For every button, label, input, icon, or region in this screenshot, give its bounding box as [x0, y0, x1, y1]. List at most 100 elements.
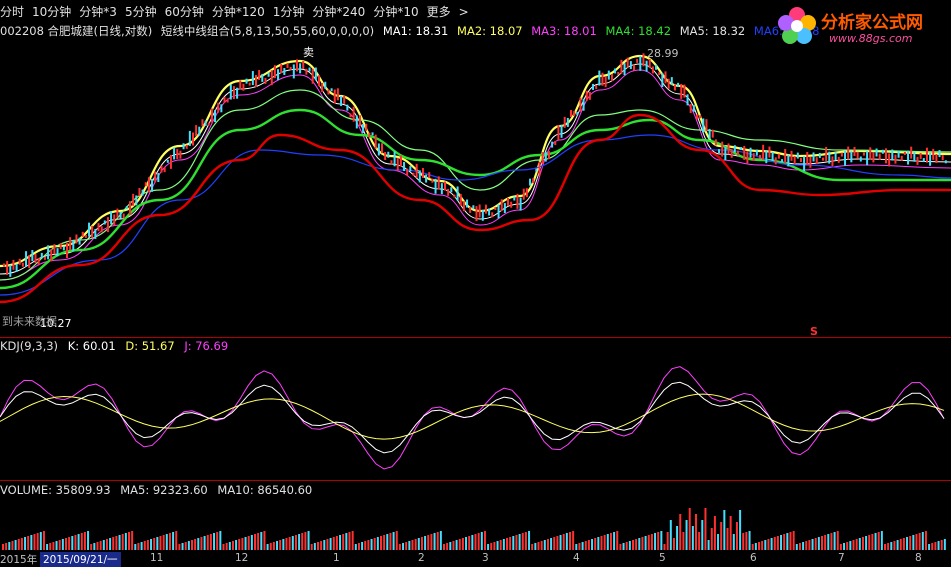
- volume-bar: [707, 540, 710, 550]
- volume-bar: [896, 540, 899, 550]
- more-label: 更多: [426, 4, 451, 19]
- volume-bar: [33, 534, 36, 550]
- volume-bar: [332, 537, 335, 550]
- candle: [765, 150, 768, 164]
- volume-bar: [726, 528, 729, 550]
- volume-bar: [115, 536, 118, 550]
- candle: [409, 166, 412, 172]
- candle: [673, 84, 676, 91]
- kdj-j-line: [0, 366, 945, 470]
- volume-bar: [751, 544, 754, 550]
- candle: [932, 148, 935, 160]
- volume-bar: [118, 535, 121, 550]
- volume-bar: [216, 532, 219, 550]
- volume-bar: [701, 520, 704, 550]
- candle: [878, 153, 881, 160]
- candle: [69, 237, 72, 251]
- candle: [472, 205, 475, 210]
- volume-bar: [357, 543, 360, 550]
- more-periods-button[interactable]: 更多 >: [427, 3, 477, 20]
- period-tab-min3[interactable]: 分钟*3: [79, 3, 117, 20]
- volume-bar: [761, 541, 764, 550]
- indicator-name[interactable]: 短线中线组合(5,8,13,50,55,60,0,0,0,0): [161, 24, 374, 38]
- volume-bar: [348, 532, 351, 550]
- volume-bar: [304, 532, 307, 550]
- stock-code-name[interactable]: 002208 合肥城建(日线,对数): [0, 24, 152, 38]
- volume-bar: [587, 540, 590, 550]
- volume-bar: [109, 538, 112, 550]
- volume-bar: [625, 542, 628, 550]
- volume-bar: [39, 532, 42, 550]
- candle: [207, 122, 210, 126]
- period-tab-5min[interactable]: 5分钟: [125, 3, 157, 20]
- candle: [201, 119, 204, 127]
- volume-bar: [877, 532, 880, 550]
- candle: [740, 147, 743, 151]
- candle: [258, 69, 261, 80]
- volume-bar: [461, 538, 464, 550]
- volume-bar: [156, 537, 159, 550]
- candle: [566, 117, 569, 127]
- candle: [944, 160, 947, 164]
- volume-bar: [36, 533, 39, 550]
- period-tab-min10[interactable]: 分钟*10: [373, 3, 418, 20]
- candle: [560, 124, 563, 138]
- candle: [746, 151, 749, 164]
- volume-bar: [720, 522, 723, 550]
- candle: [822, 157, 824, 161]
- volume-bar: [594, 538, 597, 550]
- volume-bar: [427, 535, 430, 550]
- ma5-value: MA5: 18.32: [679, 24, 746, 38]
- volume-bar: [367, 540, 370, 550]
- volume-bar: [5, 543, 8, 550]
- future-data-label: 到未来数据: [2, 315, 57, 328]
- candle: [340, 96, 343, 107]
- volume-bar: [821, 536, 823, 550]
- volume-bar: [833, 532, 836, 550]
- period-tab-60min[interactable]: 60分钟: [165, 3, 204, 20]
- volume-bar: [909, 536, 912, 550]
- volume-bar: [496, 541, 499, 550]
- candle: [100, 226, 103, 233]
- volume-bar: [915, 534, 918, 550]
- candle: [497, 204, 500, 219]
- volume-bar: [591, 539, 594, 550]
- volume-bar: [206, 535, 209, 550]
- candle: [192, 132, 194, 146]
- kdj-name[interactable]: KDJ(9,3,3): [0, 339, 58, 353]
- candle: [862, 152, 865, 156]
- volume-bar: [452, 541, 455, 550]
- kdj-chart[interactable]: [0, 354, 951, 480]
- candle: [113, 214, 116, 226]
- volume-bar: [597, 537, 600, 550]
- candle: [777, 153, 780, 159]
- volume-bar: [490, 543, 493, 550]
- volume-bar: [30, 535, 33, 550]
- candle: [645, 60, 648, 72]
- volume-value[interactable]: VOLUME: 35809.93: [0, 483, 111, 497]
- candle: [456, 186, 459, 201]
- volume-bar: [924, 531, 927, 550]
- volume-bar: [685, 520, 688, 550]
- period-tab-min120[interactable]: 分钟*120: [212, 3, 265, 20]
- period-tab-10min[interactable]: 10分钟: [32, 3, 71, 20]
- candle: [601, 72, 604, 86]
- volume-chart[interactable]: [0, 498, 951, 550]
- volume-bar: [329, 538, 332, 550]
- volume-bar: [468, 536, 471, 550]
- period-tab-1min[interactable]: 1分钟: [273, 3, 305, 20]
- period-tab-min240[interactable]: 分钟*240: [312, 3, 365, 20]
- price-chart[interactable]: [0, 40, 951, 337]
- candle: [311, 68, 314, 84]
- candle: [866, 151, 869, 166]
- volume-bar: [194, 539, 197, 550]
- volume-bar: [928, 544, 931, 550]
- candle: [724, 147, 727, 161]
- volume-bar: [443, 544, 445, 550]
- volume-bar: [660, 531, 663, 550]
- volume-bar: [619, 544, 622, 550]
- volume-bar: [622, 543, 625, 550]
- candle: [651, 66, 654, 74]
- volume-bar: [846, 542, 849, 550]
- period-tab-fenshi[interactable]: 分时: [0, 3, 24, 20]
